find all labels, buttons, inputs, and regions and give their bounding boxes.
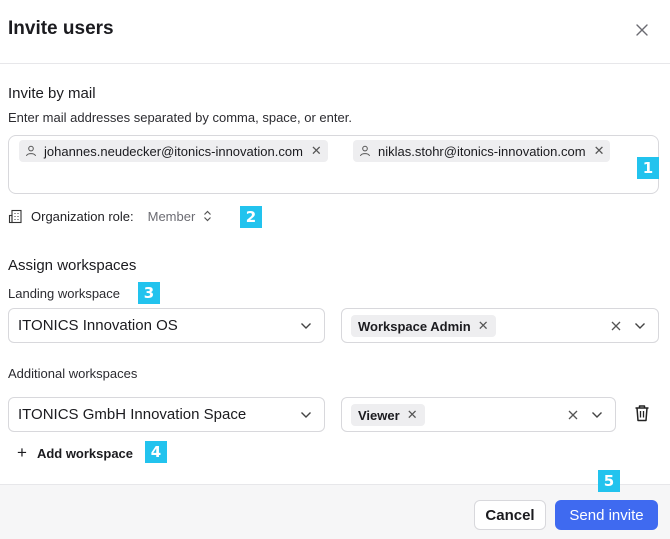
annotation-badge: 1 xyxy=(637,157,659,179)
user-icon xyxy=(360,145,370,157)
role-tag-text: Viewer xyxy=(358,407,400,423)
user-icon xyxy=(26,145,36,157)
role-tag: Workspace Admin ✕ xyxy=(351,315,496,337)
role-value: Member xyxy=(147,208,196,224)
annotation-badge: 3 xyxy=(138,282,160,304)
chevron-down-icon xyxy=(301,323,311,329)
plus-icon: + xyxy=(17,443,27,462)
email-chip: niklas.stohr@itonics-innovation.com ✕ xyxy=(353,140,611,162)
email-chip-text: johannes.neudecker@itonics-innovation.co… xyxy=(44,143,303,159)
landing-role-select[interactable]: Workspace Admin ✕ xyxy=(341,308,659,343)
chevron-down-icon xyxy=(301,412,311,418)
email-input[interactable]: johannes.neudecker@itonics-innovation.co… xyxy=(8,135,659,194)
organization-role-row: Organization role: Member xyxy=(8,205,212,227)
additional-workspace-select[interactable]: ITONICS GmbH Innovation Space xyxy=(8,397,325,432)
email-chip: johannes.neudecker@itonics-innovation.co… xyxy=(19,140,328,162)
landing-workspace-label: Landing workspace xyxy=(8,286,121,301)
additional-workspace-value: ITONICS GmbH Innovation Space xyxy=(18,406,247,423)
remove-tag-icon[interactable]: ✕ xyxy=(407,407,418,423)
add-workspace-label: Add workspace xyxy=(36,445,134,461)
role-label: Organization role: xyxy=(31,208,134,224)
annotation-badge: 5 xyxy=(598,470,620,492)
dialog-header: Invite users xyxy=(0,0,670,64)
remove-chip-icon[interactable]: ✕ xyxy=(311,143,322,159)
add-workspace-button[interactable]: + Add workspace xyxy=(17,443,133,463)
role-tag: Viewer ✕ xyxy=(351,404,425,426)
remove-chip-icon[interactable]: ✕ xyxy=(594,143,605,159)
additional-role-select[interactable]: Viewer ✕ xyxy=(341,397,616,432)
building-icon xyxy=(8,209,22,223)
additional-workspaces-label: Additional workspaces xyxy=(8,366,138,381)
invite-hint: Enter mail addresses separated by comma,… xyxy=(8,110,352,125)
email-chip-text: niklas.stohr@itonics-innovation.com xyxy=(378,143,586,159)
remove-tag-icon[interactable]: ✕ xyxy=(478,318,489,334)
role-select[interactable]: Member xyxy=(148,209,213,224)
chevron-down-icon xyxy=(635,323,645,329)
assign-workspaces-heading: Assign workspaces xyxy=(8,257,137,274)
cancel-button[interactable]: Cancel xyxy=(474,500,546,530)
trash-icon[interactable] xyxy=(634,404,650,422)
landing-workspace-value: ITONICS Innovation OS xyxy=(18,317,178,334)
invite-heading: Invite by mail xyxy=(8,85,96,102)
dialog-title: Invite users xyxy=(8,18,114,39)
clear-icon[interactable] xyxy=(567,409,579,421)
send-invite-button[interactable]: Send invite xyxy=(555,500,658,530)
annotation-badge: 4 xyxy=(145,441,167,463)
landing-workspace-select[interactable]: ITONICS Innovation OS xyxy=(8,308,325,343)
annotation-badge: 2 xyxy=(240,206,262,228)
clear-icon[interactable] xyxy=(610,320,622,332)
role-tag-text: Workspace Admin xyxy=(358,318,471,334)
chevron-updown-icon xyxy=(204,210,212,222)
chevron-down-icon xyxy=(592,412,602,418)
close-icon[interactable] xyxy=(633,21,651,39)
